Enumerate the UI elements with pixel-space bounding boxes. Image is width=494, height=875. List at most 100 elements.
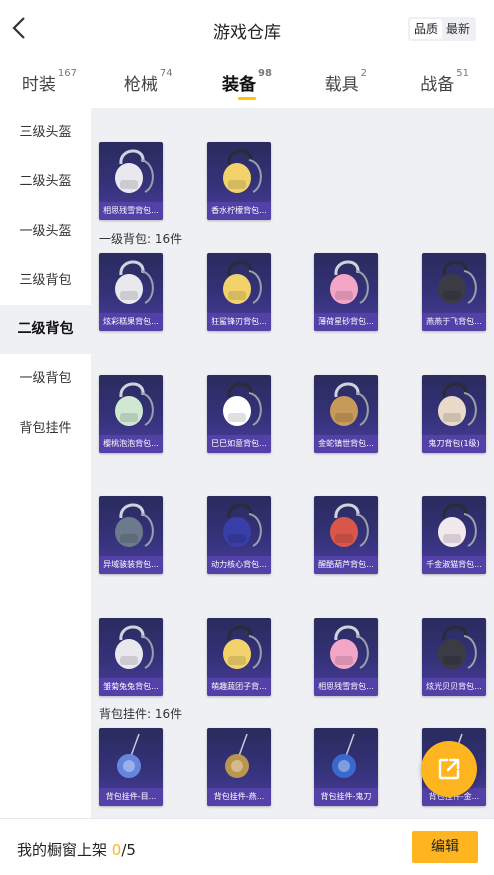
section-label-backpack-charm: 背包挂件: 16件 (99, 707, 183, 721)
item-name: 背包挂件-燕... (207, 788, 271, 806)
charm-icon (117, 733, 141, 778)
tab-label: 载具 (324, 75, 359, 95)
item-card[interactable]: 鬼刀背包(1级) (422, 375, 486, 453)
header-bar: 游戏仓库 品质 最新 (0, 0, 494, 58)
backpack-icon (438, 260, 477, 304)
item-name: 背包挂件-鬼刀 (314, 788, 378, 806)
item-card[interactable]: 背包挂件-目... (99, 728, 163, 806)
item-card[interactable]: 巳巳如意背包... (207, 375, 271, 453)
item-name: 鬼刀背包(1级) (422, 435, 486, 453)
showcase-total-count: /5 (121, 841, 136, 859)
backpack-icon (330, 503, 369, 547)
item-card[interactable]: 醒酷葫芦背包... (314, 496, 378, 574)
tab-count: 51 (456, 68, 469, 79)
backpack-icon (115, 260, 154, 304)
tab-firearms[interactable]: 枪械74 (99, 58, 198, 108)
backpack-icon (223, 625, 262, 669)
item-name: 异域骇装背包... (99, 556, 163, 574)
backpack-icon (438, 503, 477, 547)
backpack-icon (115, 382, 154, 426)
backpack-icon (330, 625, 369, 669)
item-card[interactable]: 金蛇镇世背包... (314, 375, 378, 453)
backpack-icon (223, 503, 262, 547)
share-external-icon (438, 758, 460, 780)
sidebar: 三级头盔 二级头盔 一级头盔 三级背包 二级背包 一级背包 背包挂件 (0, 108, 91, 818)
item-card[interactable]: 炫光贝贝背包... (422, 618, 486, 696)
tab-vehicles[interactable]: 载具2 (296, 58, 395, 108)
showcase-footer: 我的橱窗上架 0/5 编辑 (0, 818, 494, 875)
item-grid: 一级背包: 16件 背包挂件: 16件 相思残雪背包... 香水柠檬背包... 炫彩… (91, 108, 494, 818)
item-name: 香水柠檬背包... (207, 202, 271, 220)
sidebar-item-backpack-charm[interactable]: 背包挂件 (0, 404, 91, 453)
tab-count: 74 (159, 68, 173, 79)
sidebar-item-level2-backpack[interactable]: 二级背包 (0, 305, 91, 355)
sort-option-newest[interactable]: 最新 (442, 19, 474, 39)
sort-toggle: 品质 最新 (407, 17, 476, 41)
backpack-icon (115, 149, 154, 193)
backpack-icon (223, 382, 262, 426)
item-card[interactable]: 异域骇装背包... (99, 496, 163, 574)
item-card[interactable]: 萌趣蔬团子背... (207, 618, 271, 696)
item-name: 雏菊兔兔背包... (99, 678, 163, 696)
tab-fashion[interactable]: 时装167 (0, 58, 99, 108)
backpack-icon (438, 382, 477, 426)
charm-icon (332, 733, 356, 778)
showcase-status: 我的橱窗上架 0/5 (17, 839, 136, 860)
item-name: 狂鲨锋刃背包... (207, 313, 271, 331)
item-name: 千金淑猫背包... (422, 556, 486, 574)
showcase-label: 我的橱窗上架 (17, 841, 108, 859)
tab-label: 装备 (222, 75, 257, 95)
charm-icon (225, 733, 249, 778)
item-name: 相思残雪背包... (99, 202, 163, 220)
item-card[interactable]: 千金淑猫背包... (422, 496, 486, 574)
item-name: 燕燕于飞背包... (422, 313, 486, 331)
item-name: 相思残雪背包... (314, 678, 378, 696)
backpack-icon (330, 382, 369, 426)
sort-option-quality[interactable]: 品质 (409, 19, 442, 39)
backpack-icon (223, 149, 262, 193)
item-card[interactable]: 背包挂件-燕... (207, 728, 271, 806)
item-card[interactable]: 相思残雪背包... (314, 618, 378, 696)
item-name: 炫彩糕果背包... (99, 313, 163, 331)
backpack-icon (438, 625, 477, 669)
tab-supplies[interactable]: 战备51 (395, 58, 494, 108)
item-card[interactable]: 燕燕于飞背包... (422, 253, 486, 331)
item-name: 樱桃泡泡背包... (99, 435, 163, 453)
item-card[interactable]: 狂鲨锋刃背包... (207, 253, 271, 331)
item-card[interactable]: 动力核心背包... (207, 496, 271, 574)
category-tabs: 时装167 枪械74 装备98 载具2 战备51 (0, 58, 494, 108)
item-name: 背包挂件-目... (99, 788, 163, 806)
tab-count: 98 (258, 68, 272, 79)
backpack-icon (223, 260, 262, 304)
item-card[interactable]: 樱桃泡泡背包... (99, 375, 163, 453)
item-card[interactable]: 炫彩糕果背包... (99, 253, 163, 331)
section-label-level1-backpack: 一级背包: 16件 (99, 232, 183, 246)
sidebar-item-level2-helmet[interactable]: 二级头盔 (0, 157, 91, 206)
item-card[interactable]: 雏菊兔兔背包... (99, 618, 163, 696)
tab-equipment[interactable]: 装备98 (198, 58, 297, 108)
item-name: 金蛇镇世背包... (314, 435, 378, 453)
sidebar-item-level1-helmet[interactable]: 一级头盔 (0, 207, 91, 256)
item-name: 炫光贝贝背包... (422, 678, 486, 696)
share-button[interactable] (421, 741, 477, 797)
tab-label: 时装 (21, 75, 56, 95)
item-card[interactable]: 香水柠檬背包... (207, 142, 271, 220)
backpack-icon (115, 503, 154, 547)
backpack-icon (115, 625, 154, 669)
tab-label: 枪械 (123, 75, 158, 95)
sidebar-item-level3-helmet[interactable]: 三级头盔 (0, 108, 91, 157)
item-card[interactable]: 背包挂件-鬼刀 (314, 728, 378, 806)
backpack-icon (330, 260, 369, 304)
tab-label: 战备 (420, 75, 455, 95)
edit-button[interactable]: 编辑 (412, 831, 478, 863)
tab-count: 2 (360, 68, 367, 79)
item-card[interactable]: 薄荷星砂背包... (314, 253, 378, 331)
showcase-current-count: 0 (111, 841, 122, 859)
sidebar-item-level3-backpack[interactable]: 三级背包 (0, 256, 91, 305)
item-card[interactable]: 相思残雪背包... (99, 142, 163, 220)
item-name: 醒酷葫芦背包... (314, 556, 378, 574)
item-name: 萌趣蔬团子背... (207, 678, 271, 696)
item-name: 薄荷星砂背包... (314, 313, 378, 331)
item-name: 动力核心背包... (207, 556, 271, 574)
sidebar-item-level1-backpack[interactable]: 一级背包 (0, 354, 91, 403)
